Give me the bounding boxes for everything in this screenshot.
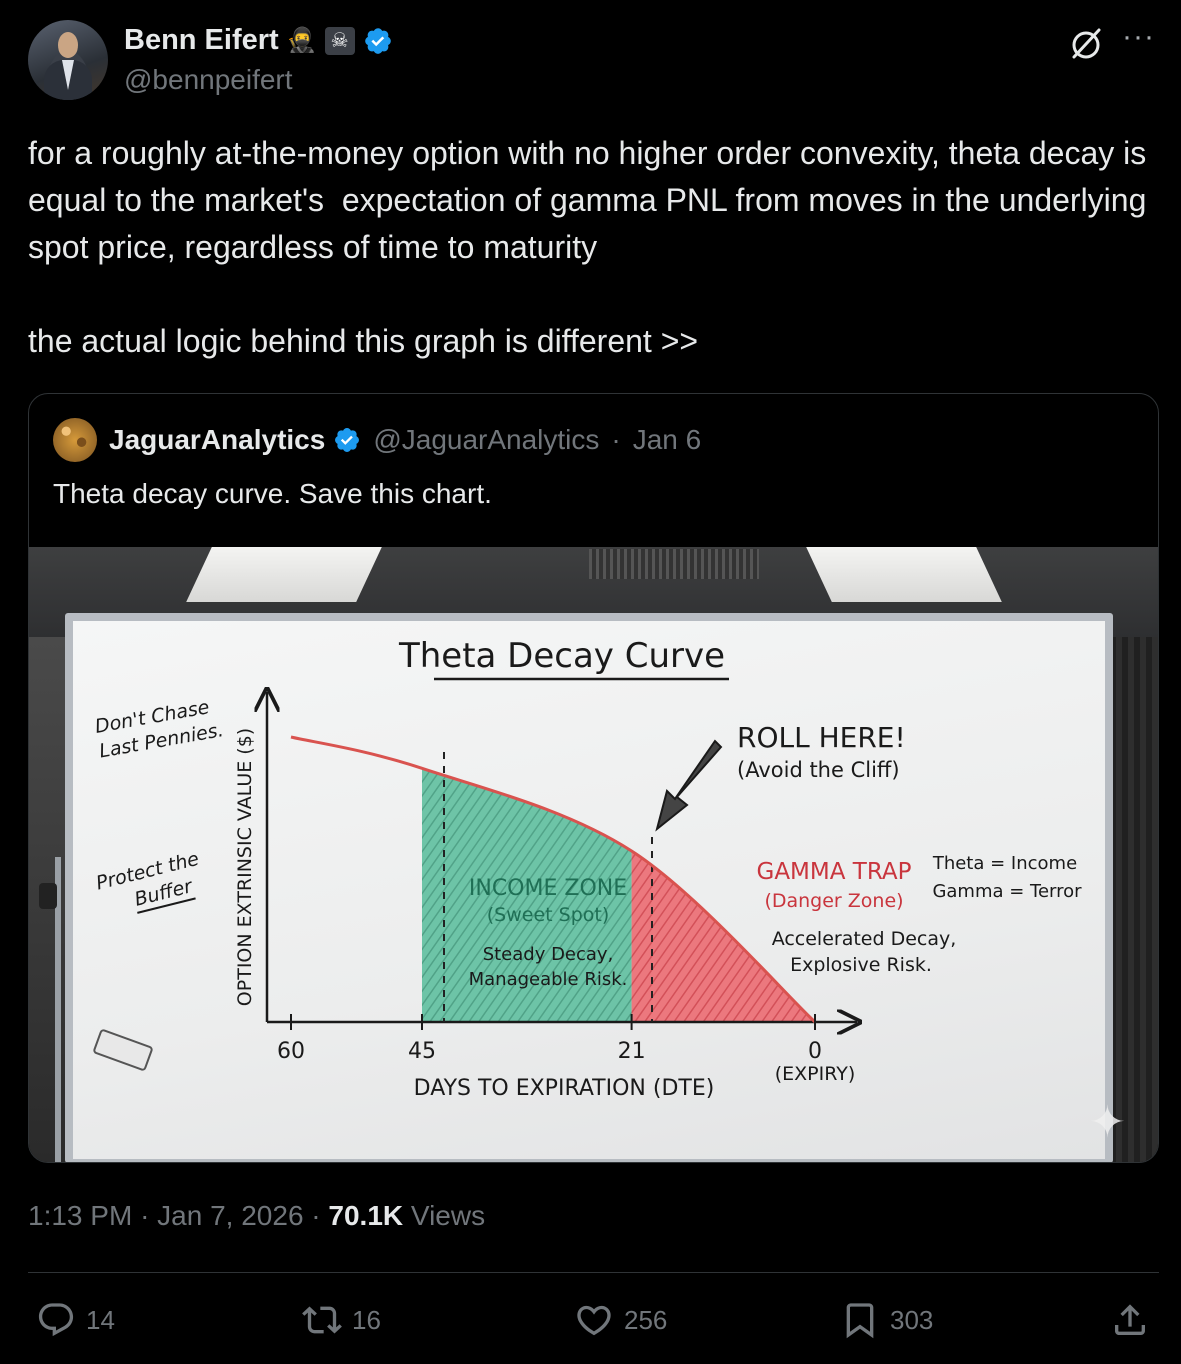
author-name-row: Benn Eifert 🥷 ☠ xyxy=(124,24,393,57)
bookmark-count: 303 xyxy=(890,1304,934,1335)
verified-badge-icon[interactable] xyxy=(333,426,361,454)
legend-theta: Theta = Income xyxy=(932,853,1077,874)
author-avatar[interactable] xyxy=(28,20,108,100)
roll-arrow-icon xyxy=(655,739,723,832)
quoted-tweet-date[interactable]: Jan 6 xyxy=(633,424,702,456)
income-zone-sub: (Sweet Spot) xyxy=(487,904,610,926)
expiry-label: (EXPIRY) xyxy=(775,1063,856,1085)
tweet-time[interactable]: 1:13 PM xyxy=(28,1200,132,1231)
quoted-author-handle[interactable]: @JaguarAnalytics xyxy=(373,424,599,456)
y-axis-label: OPTION EXTRINSIC VALUE ($) xyxy=(234,728,256,1006)
verified-badge-icon[interactable] xyxy=(363,26,393,56)
like-count: 256 xyxy=(624,1304,668,1335)
roll-here-label: ROLL HERE! xyxy=(737,721,906,754)
more-options-icon[interactable]: ··· xyxy=(1122,22,1155,52)
gamma-desc-line: Accelerated Decay, xyxy=(772,928,957,950)
whiteboard-photo[interactable]: 60 45 21 0 Theta Decay Curve OPTION EXTRINS… xyxy=(29,547,1158,1162)
author-handle[interactable]: @bennpeifert xyxy=(124,64,293,96)
x-tick-label: 60 xyxy=(277,1039,305,1064)
skull-crossbones-emoji-icon: ☠ xyxy=(324,26,355,55)
gamma-trap-sub: (Danger Zone) xyxy=(764,890,903,912)
reply-icon xyxy=(38,1303,74,1337)
sparkle-icon: ✦ xyxy=(1089,1098,1126,1147)
legend-gamma: Gamma = Terror xyxy=(932,881,1082,902)
avatar-face xyxy=(58,32,78,58)
share-button[interactable] xyxy=(1110,1300,1150,1340)
meta-separator: · xyxy=(311,1200,321,1231)
theta-decay-chart: 60 45 21 0 Theta Decay Curve OPTION EXTRINS… xyxy=(93,636,1082,1101)
gamma-desc-line: Explosive Risk. xyxy=(790,954,932,976)
chart-title: Theta Decay Curve xyxy=(398,636,725,676)
x-tick-label: 0 xyxy=(808,1039,822,1064)
reply-button[interactable]: 14 xyxy=(36,1300,115,1340)
share-icon xyxy=(1115,1304,1145,1335)
bookmark-button[interactable]: 303 xyxy=(840,1300,933,1340)
meta-separator: · xyxy=(611,424,621,455)
bookmark-icon xyxy=(846,1303,874,1339)
tweet-text: for a roughly at-the-money option with n… xyxy=(28,135,1147,359)
tweet-metadata: 1:13 PM · Jan 7, 2026 · 70.1K Views xyxy=(28,1200,485,1232)
repost-count: 16 xyxy=(352,1304,381,1335)
heart-icon xyxy=(577,1305,611,1336)
divider xyxy=(28,1272,1159,1273)
repost-button[interactable]: 16 xyxy=(302,1300,381,1340)
gamma-trap-label: GAMMA TRAP xyxy=(757,859,912,885)
views-label: Views xyxy=(410,1200,486,1231)
note-dont-chase: Don't Chase Last Pennies. xyxy=(93,696,225,762)
income-desc-line: Manageable Risk. xyxy=(469,969,628,990)
grok-icon[interactable] xyxy=(1066,24,1106,64)
income-zone-label: INCOME ZONE xyxy=(469,876,627,901)
roll-here-sub: (Avoid the Cliff) xyxy=(737,758,900,782)
repost-icon xyxy=(302,1306,342,1334)
reply-count: 14 xyxy=(86,1304,115,1335)
quoted-author-name[interactable]: JaguarAnalytics xyxy=(109,424,325,456)
ninja-emoji-icon: 🥷 xyxy=(286,26,317,54)
income-desc-line: Steady Decay, xyxy=(483,944,614,965)
quoted-tweet-header: JaguarAnalytics @JaguarAnalytics · Jan 6 xyxy=(109,424,701,456)
like-button[interactable]: 256 xyxy=(574,1300,667,1340)
x-tick-label: 45 xyxy=(408,1039,436,1064)
author-display-name[interactable]: Benn Eifert xyxy=(124,24,279,57)
quoted-author-avatar[interactable] xyxy=(53,418,97,462)
quoted-tweet-text: Theta decay curve. Save this chart. xyxy=(53,478,492,509)
note-protect-buffer: Protect the Buffer xyxy=(94,848,201,914)
x-axis-label: DAYS TO EXPIRATION (DTE) xyxy=(414,1076,715,1101)
tweet-date[interactable]: Jan 7, 2026 xyxy=(157,1200,303,1231)
x-tick-label: 21 xyxy=(618,1039,646,1064)
views-count[interactable]: 70.1K xyxy=(328,1200,403,1231)
quoted-tweet[interactable]: JaguarAnalytics @JaguarAnalytics · Jan 6… xyxy=(28,393,1159,1163)
meta-separator: · xyxy=(140,1200,150,1231)
